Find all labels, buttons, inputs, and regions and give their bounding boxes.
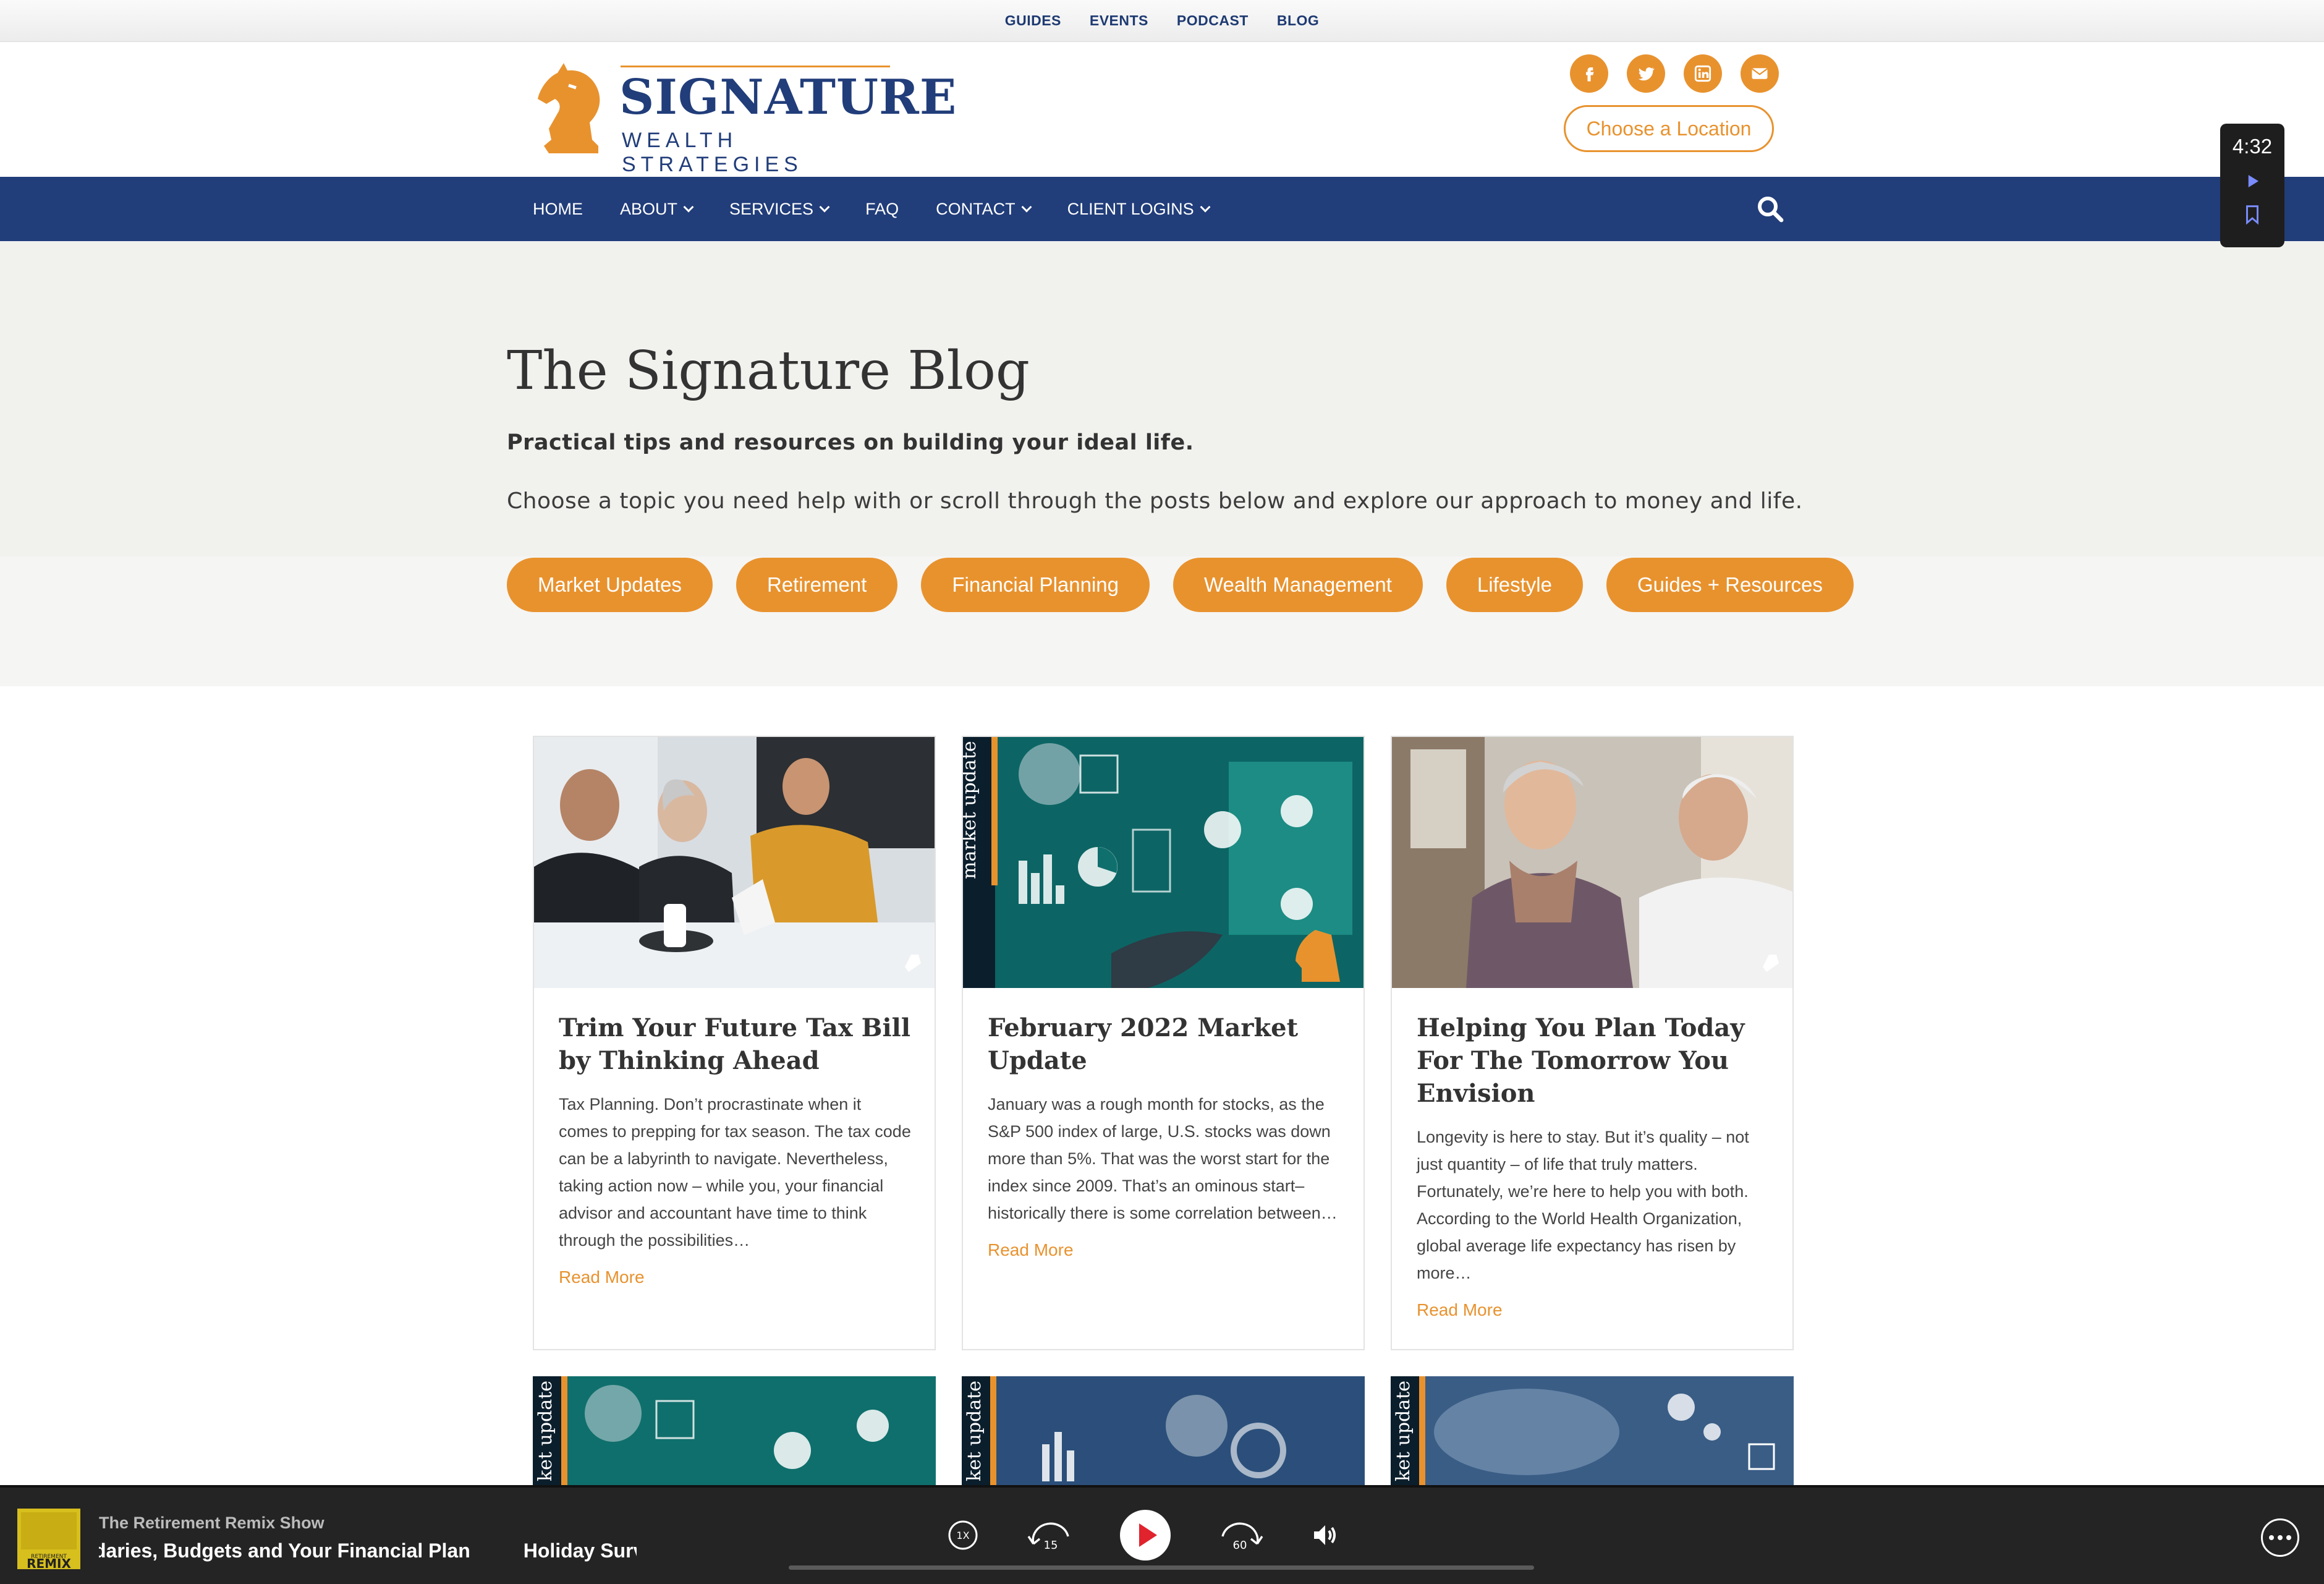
post-image-tag: ket update [535,1381,556,1481]
post-image-tag: ket update [964,1381,985,1481]
utility-nav: GUIDES EVENTS PODCAST BLOG [0,0,2324,42]
skip-back-label: 15 [1044,1539,1058,1552]
podcast-thumbnail[interactable]: RETIREMENT REMIX [17,1509,80,1569]
post-image-tag: ket update [1393,1381,1414,1481]
twitter-icon[interactable] [1627,54,1665,93]
read-more-link[interactable]: Read More [559,1267,911,1287]
utility-link-blog[interactable]: BLOG [1277,12,1319,29]
logo-tagline: WEALTH STRATEGIES [622,129,803,176]
hero-description: Choose a topic you need help with or scr… [507,488,1803,514]
social-links [1570,54,1779,93]
nav-services[interactable]: SERVICES [729,199,830,219]
volume-icon[interactable] [1310,1520,1340,1550]
linkedin-icon[interactable] [1684,54,1722,93]
search-icon[interactable] [1755,194,1785,224]
more-options-icon[interactable] [2261,1518,2299,1557]
post-image-market-update[interactable]: market update [963,737,1363,988]
post-excerpt: Longevity is here to stay. But it’s qual… [1417,1128,1749,1282]
skip-forward-label: 60 [1233,1539,1247,1552]
site-header: SIGNATURE WEALTH STRATEGIES Choose a Loc… [0,42,2324,177]
episode-title-fragment: daries, Budgets and Your Financial Plan [99,1539,470,1562]
nav-label: SERVICES [729,199,814,218]
chevron-down-icon [819,202,830,213]
speed-label: 1X [956,1530,969,1541]
page-title: The Signature Blog [507,340,1030,402]
time-readout: 4:32 [2232,135,2273,158]
post-card[interactable]: ket update [1391,1376,1794,1488]
play-button-icon[interactable] [1119,1509,1172,1562]
topic-market-updates[interactable]: Market Updates [507,558,713,612]
post-image-meeting[interactable] [534,737,935,988]
speed-icon[interactable]: 1X [946,1518,980,1552]
knight-logo-icon [538,63,600,153]
episode-title-fragment: Holiday Surviva [523,1539,637,1562]
skip-forward-icon[interactable]: 60 [1215,1518,1267,1552]
nav-faq[interactable]: FAQ [865,200,899,219]
topic-lifestyle[interactable]: Lifestyle [1446,558,1583,612]
podcast-show-name: The Retirement Remix Show [99,1514,324,1532]
post-image-tag: market update [963,741,980,879]
topic-guides-resources[interactable]: Guides + Resources [1606,558,1854,612]
chevron-down-icon [1021,202,1032,213]
post-title[interactable]: Trim Your Future Tax Bill by Thinking Ah… [559,1011,911,1077]
post-card[interactable]: Trim Your Future Tax Bill by Thinking Ah… [533,736,936,1350]
utility-link-events[interactable]: EVENTS [1090,12,1148,29]
play-icon[interactable] [2243,172,2262,190]
utility-link-podcast[interactable]: PODCAST [1177,12,1249,29]
hero-subtitle: Practical tips and resources on building… [507,430,1194,455]
post-excerpt: January was a rough month for stocks, as… [988,1095,1338,1222]
topic-filters: Market Updates Retirement Financial Plan… [507,558,1854,612]
nav-label: FAQ [865,199,899,218]
main-nav: HOME ABOUT SERVICES FAQ CONTACT CLIENT L… [0,177,2324,241]
facebook-icon[interactable] [1570,54,1608,93]
read-more-link[interactable]: Read More [988,1240,1340,1260]
nav-home[interactable]: HOME [533,200,583,219]
player-controls: 1X 15 60 [946,1509,1340,1562]
post-card[interactable]: market update February 2022 Market Updat… [962,736,1365,1350]
post-title[interactable]: February 2022 Market Update [988,1011,1340,1077]
post-title[interactable]: Helping You Plan Today For The Tomorrow … [1417,1011,1769,1110]
skip-back-icon[interactable]: 15 [1024,1518,1075,1552]
choose-location-button[interactable]: Choose a Location [1564,105,1774,152]
chevron-down-icon [683,202,694,213]
podcast-thumb-text: REMIX [27,1556,71,1569]
post-image-friends[interactable] [1392,737,1792,988]
nav-label: CLIENT LOGINS [1067,199,1194,218]
utility-link-guides[interactable]: GUIDES [1005,12,1061,29]
post-excerpt: Tax Planning. Don’t procrastinate when i… [559,1095,911,1250]
post-card[interactable]: Helping You Plan Today For The Tomorrow … [1391,736,1794,1350]
playback-progress-bar[interactable] [789,1565,1534,1570]
nav-label: CONTACT [936,199,1016,218]
bookmark-icon[interactable] [2243,204,2262,225]
topic-wealth-management[interactable]: Wealth Management [1173,558,1423,612]
logo-wordmark: SIGNATURE [619,69,957,126]
nav-label: ABOUT [620,199,678,218]
audio-time-widget: 4:32 [2220,124,2284,247]
nav-contact[interactable]: CONTACT [936,199,1032,219]
topic-financial-planning[interactable]: Financial Planning [921,558,1150,612]
nav-about[interactable]: ABOUT [620,199,694,219]
post-grid: Trim Your Future Tax Bill by Thinking Ah… [533,736,1794,1350]
podcast-episode-ticker: daries, Budgets and Your Financial Plan H… [99,1539,637,1567]
site-logo[interactable]: SIGNATURE WEALTH STRATEGIES [530,61,956,176]
post-grid-row-2: ket update ket update ket update [533,1376,1794,1488]
email-icon[interactable] [1741,54,1779,93]
podcast-player: RETIREMENT REMIX The Retirement Remix Sh… [0,1485,2324,1584]
read-more-link[interactable]: Read More [1417,1300,1769,1320]
topic-retirement[interactable]: Retirement [736,558,898,612]
nav-label: HOME [533,199,583,218]
post-card[interactable]: ket update [533,1376,936,1488]
blog-hero: The Signature Blog Practical tips and re… [0,241,2324,686]
chevron-down-icon [1200,202,1211,213]
nav-client-logins[interactable]: CLIENT LOGINS [1067,199,1211,219]
post-card[interactable]: ket update [962,1376,1365,1488]
